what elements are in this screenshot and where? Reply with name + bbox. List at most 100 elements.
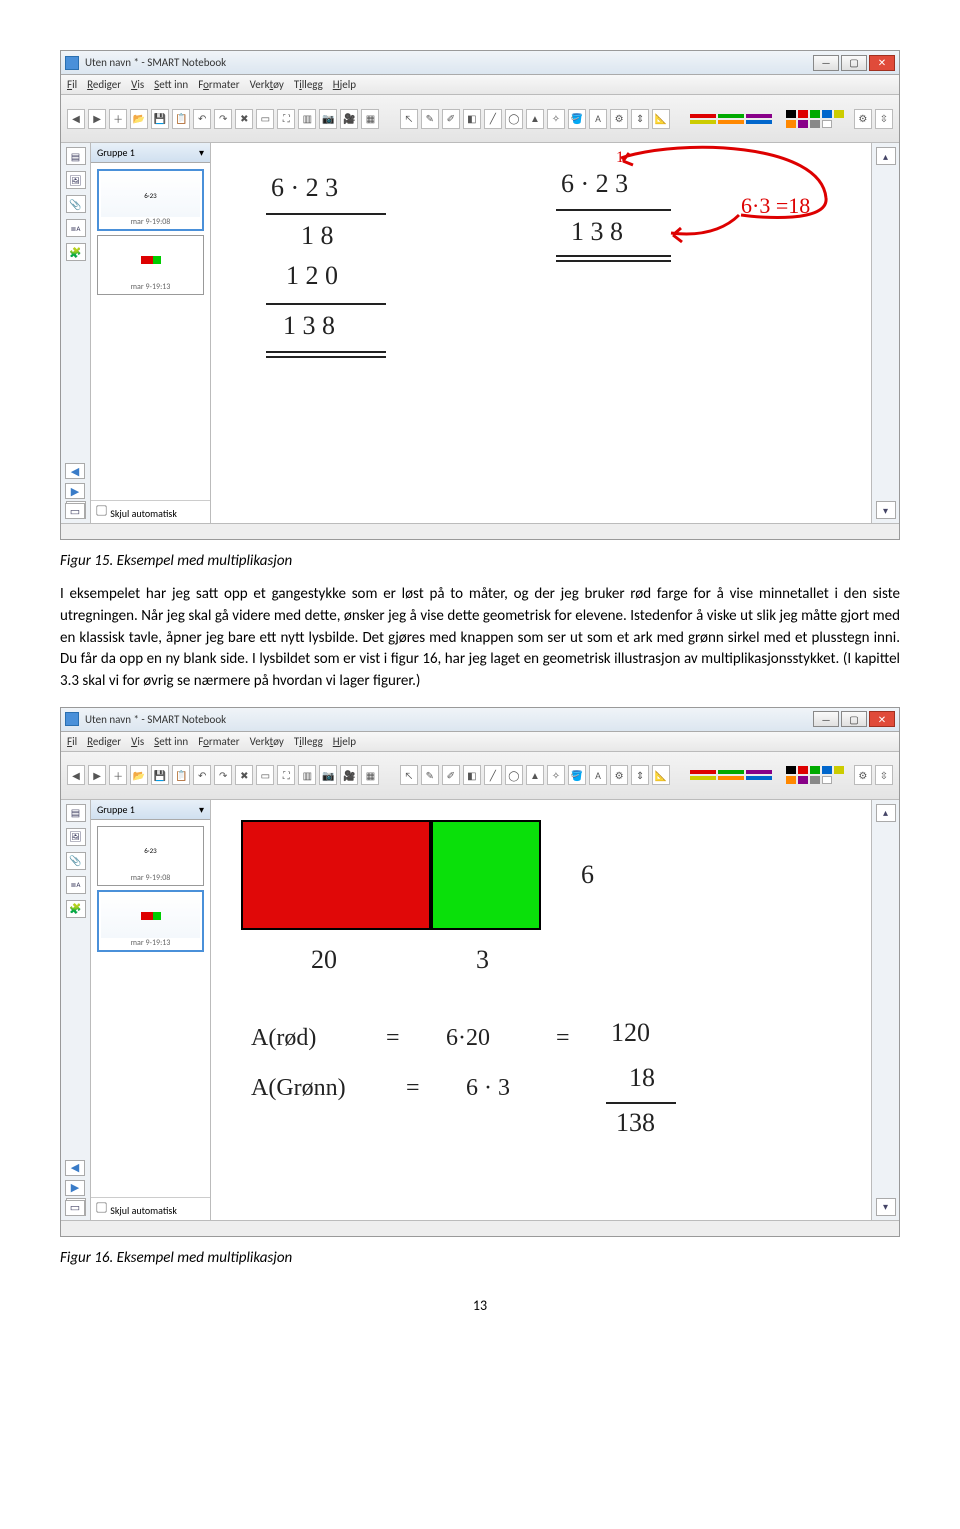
dualpage-button[interactable]: ▥ [298, 109, 316, 129]
measure-button[interactable]: 📐 [652, 109, 670, 129]
gear-button-2[interactable]: ⚙ [854, 765, 872, 785]
screenshade-button-2[interactable]: ▭ [256, 765, 274, 785]
save-button[interactable]: 💾 [151, 109, 169, 129]
line-purple-2[interactable] [746, 770, 772, 774]
capture-button-2[interactable]: 📷 [319, 765, 337, 785]
line-blue-2[interactable] [746, 776, 772, 780]
color-palette[interactable] [786, 110, 848, 128]
canvas-1[interactable]: 6 · 2 3 1 8 1 2 0 1 3 8 1 6 · 2 3 1 3 8 … [211, 143, 871, 523]
shape-tool-2[interactable]: ◯ [505, 765, 523, 785]
add-page-icon-2[interactable]: ▭ [65, 1200, 85, 1216]
dualpage-button-2[interactable]: ▥ [298, 765, 316, 785]
scroll-down-icon[interactable]: ▾ [876, 501, 896, 519]
line-tool-2[interactable]: ╱ [484, 765, 502, 785]
menu-fil[interactable]: FFilil [67, 78, 77, 91]
undo-button-2[interactable]: ↶ [193, 765, 211, 785]
properties-tab-2[interactable]: ≣A [66, 876, 86, 894]
eraser-tool[interactable]: ◧ [463, 109, 481, 129]
hide-auto-checkbox-2[interactable]: Skjul automatisk [91, 1197, 210, 1220]
paste-button[interactable]: 📋 [172, 109, 190, 129]
menu-tillegg-2[interactable]: Tillegg [294, 735, 323, 748]
menu-hjelp-2[interactable]: Hjelp [333, 735, 356, 748]
doccam-button-2[interactable]: 🎥 [340, 765, 358, 785]
shapepen-tool-2[interactable]: ▲ [526, 765, 544, 785]
maximize-button[interactable]: ▢ [841, 55, 867, 71]
properties-tab[interactable]: ≣A [66, 219, 86, 237]
line-red[interactable] [690, 114, 716, 118]
prev-page-button-2[interactable]: ◀ [67, 765, 85, 785]
paste-button-2[interactable]: 📋 [172, 765, 190, 785]
save-button-2[interactable]: 💾 [151, 765, 169, 785]
fullscreen-button-2[interactable]: ⛶ [277, 765, 295, 785]
addons-tab[interactable]: 🧩 [66, 243, 86, 261]
magicpen-tool-2[interactable]: ✧ [547, 765, 565, 785]
color-palette-2[interactable] [786, 766, 848, 784]
shape-tool[interactable]: ◯ [505, 109, 523, 129]
attachments-tab-2[interactable]: 📎 [66, 852, 86, 870]
line-green-2[interactable] [718, 770, 744, 774]
line-yellow-2[interactable] [690, 776, 716, 780]
line-orange[interactable] [718, 120, 744, 124]
menu-vis[interactable]: Vis [131, 78, 144, 91]
menu-rediger[interactable]: Rediger [87, 78, 121, 91]
next-page-button-2[interactable]: ▶ [88, 765, 106, 785]
thumbnail-1[interactable]: 6·23 mar 9-19:08 [97, 169, 204, 231]
open-button[interactable]: 📂 [130, 109, 148, 129]
menu-settinn[interactable]: Sett inn [154, 78, 188, 91]
fullscreen-button[interactable]: ⛶ [277, 109, 295, 129]
menu-rediger-2[interactable]: Rediger [87, 735, 121, 748]
menu-tillegg[interactable]: Tillegg [294, 78, 323, 91]
properties-button-2[interactable]: ⚙ [610, 765, 628, 785]
fill-tool-2[interactable]: 🪣 [568, 765, 586, 785]
select-tool[interactable]: ↖ [400, 109, 418, 129]
updown-button-2[interactable]: ⇳ [875, 765, 893, 785]
doccam-button[interactable]: 🎥 [340, 109, 358, 129]
minimize-button-2[interactable]: — [813, 711, 839, 727]
attachments-tab[interactable]: 📎 [66, 195, 86, 213]
line-green[interactable] [718, 114, 744, 118]
hide-auto-checkbox[interactable]: Skjul automatisk [91, 500, 210, 523]
add-page-icon[interactable]: ▭ [65, 503, 85, 519]
redo-button[interactable]: ↷ [214, 109, 232, 129]
prev-page-button[interactable]: ◀ [67, 109, 85, 129]
creative-pen-tool-2[interactable]: ✐ [442, 765, 460, 785]
properties-button[interactable]: ⚙ [610, 109, 628, 129]
gear-button[interactable]: ⚙ [854, 109, 872, 129]
thumbnail-2[interactable]: mar 9-19:13 [97, 235, 204, 295]
line-yellow[interactable] [690, 120, 716, 124]
redo-button-2[interactable]: ↷ [214, 765, 232, 785]
page-sorter-tab[interactable]: ▤ [66, 147, 86, 165]
scroll-up-icon-2[interactable]: ▴ [876, 804, 896, 822]
menu-hjelp[interactable]: Hjelp [333, 78, 356, 91]
menu-verktoy[interactable]: Verktøy [250, 78, 284, 91]
prev-arrow-icon-2[interactable]: ◀ [65, 1160, 85, 1176]
pen-tool-2[interactable]: ✎ [421, 765, 439, 785]
move-toolbar-button-2[interactable]: ⇕ [631, 765, 649, 785]
text-tool-2[interactable]: A [589, 765, 607, 785]
thumbnail-1b[interactable]: 6·23 mar 9-19:08 [97, 826, 204, 886]
table-button-2[interactable]: ▦ [361, 765, 379, 785]
text-tool[interactable]: A [589, 109, 607, 129]
page-sorter-tab-2[interactable]: ▤ [66, 804, 86, 822]
line-blue[interactable] [746, 120, 772, 124]
sidebar-group-header-2[interactable]: Gruppe 1 ▾ [91, 800, 210, 820]
measure-button-2[interactable]: 📐 [652, 765, 670, 785]
new-page-button[interactable]: ＋ [109, 109, 127, 129]
creative-pen-tool[interactable]: ✐ [442, 109, 460, 129]
eraser-tool-2[interactable]: ◧ [463, 765, 481, 785]
next-arrow-icon[interactable]: ▶ [65, 483, 85, 499]
addons-tab-2[interactable]: 🧩 [66, 900, 86, 918]
chevron-down-icon[interactable]: ▾ [199, 146, 204, 159]
magicpen-tool[interactable]: ✧ [547, 109, 565, 129]
line-tool[interactable]: ╱ [484, 109, 502, 129]
maximize-button-2[interactable]: ▢ [841, 711, 867, 727]
undo-button[interactable]: ↶ [193, 109, 211, 129]
menu-formater-2[interactable]: Formater [198, 735, 239, 748]
prev-arrow-icon[interactable]: ◀ [65, 463, 85, 479]
menu-formater[interactable]: Formater [198, 78, 239, 91]
sidebar-group-header[interactable]: Gruppe 1 ▾ [91, 143, 210, 163]
close-button[interactable]: ✕ [869, 55, 895, 71]
shapepen-tool[interactable]: ▲ [526, 109, 544, 129]
menu-verktoy-2[interactable]: Verktøy [250, 735, 284, 748]
gallery-tab[interactable]: 🖼 [66, 171, 86, 189]
